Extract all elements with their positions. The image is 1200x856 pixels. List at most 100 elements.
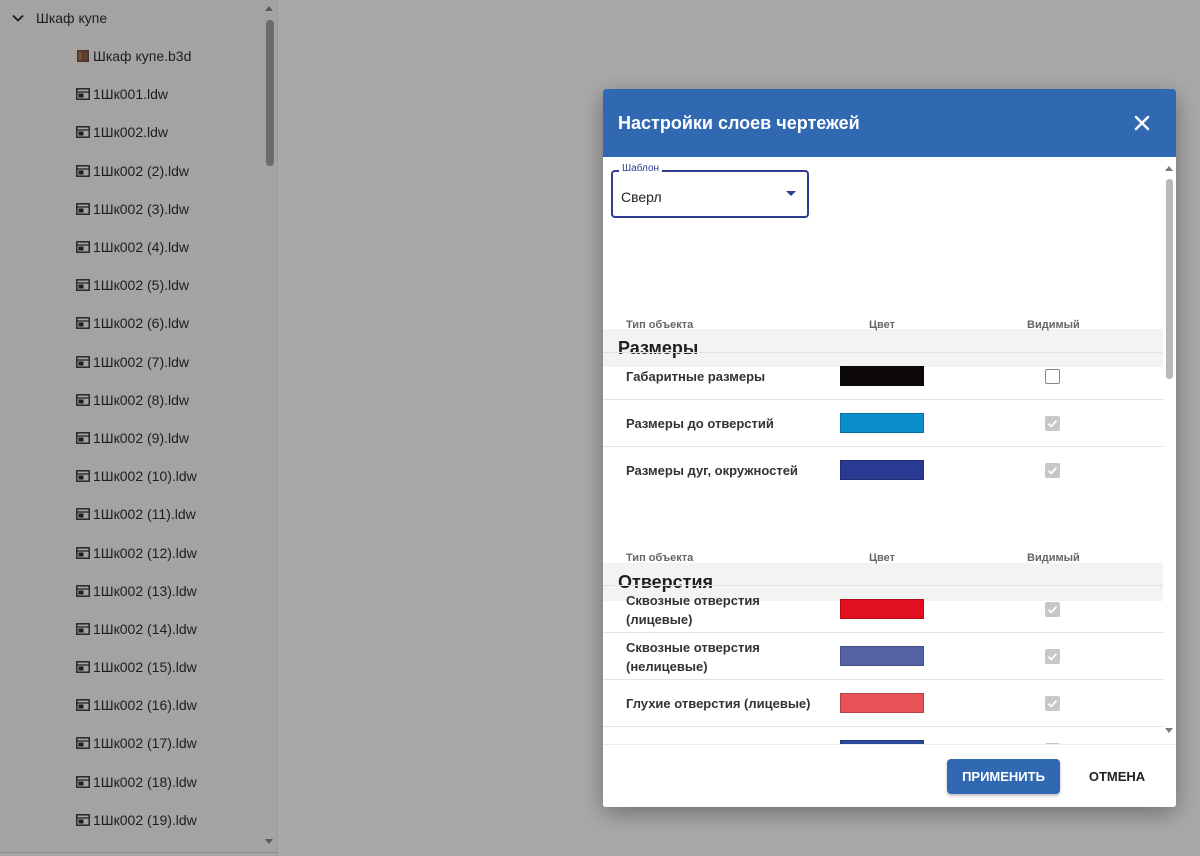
file-tree-panel: Шкаф купе Шкаф купе.b3d 1Шк001.ldw 1Шк002.…	[0, 0, 278, 856]
drawing-file-icon	[76, 279, 90, 292]
drawing-file-icon	[76, 355, 90, 368]
dialog-body: Шаблон Сверл Размеры Тип объекта Цвет Видим…	[603, 157, 1163, 744]
scroll-down-arrow-icon[interactable]	[1165, 728, 1173, 733]
color-swatch[interactable]	[840, 693, 924, 713]
tree-list: Шкаф купе.b3d 1Шк001.ldw 1Шк002.ldw 1Шк002 …	[0, 37, 262, 839]
drawing-file-icon	[76, 546, 90, 559]
tree-item-label: 1Шк002 (3).ldw	[93, 200, 189, 217]
tree-item-label: 1Шк002 (16).ldw	[93, 697, 197, 714]
dialog-header: Настройки слоев чертежей	[603, 89, 1176, 157]
sidebar-scrollbar[interactable]	[262, 0, 277, 856]
tree-item[interactable]: 1Шк002 (19).ldw	[0, 801, 262, 839]
tree-item-label: 1Шк002 (4).ldw	[93, 239, 189, 256]
layer-type-label: Сквозные отверстия (лицевые)	[626, 592, 760, 627]
scroll-down-arrow-icon[interactable]	[265, 839, 273, 844]
layer-type-label: Сквозные отверстия (нелицевые)	[626, 639, 760, 674]
color-swatch[interactable]	[840, 646, 924, 666]
tree-item[interactable]: 1Шк002 (14).ldw	[0, 610, 262, 648]
color-swatch[interactable]	[840, 599, 924, 619]
scroll-up-arrow-icon[interactable]	[265, 6, 273, 11]
sidebar-scroll-thumb[interactable]	[266, 20, 274, 166]
drawing-file-icon	[76, 470, 90, 483]
tree-item[interactable]: 1Шк002 (5).ldw	[0, 266, 262, 304]
tree-item[interactable]: 1Шк002 (11).ldw	[0, 495, 262, 533]
dialog-scrollbar[interactable]	[1163, 157, 1176, 744]
tree-item[interactable]: 1Шк002.ldw	[0, 113, 262, 151]
tree-item[interactable]: 1Шк002 (4).ldw	[0, 228, 262, 266]
column-header-visible: Видимый	[1027, 319, 1080, 331]
color-swatch[interactable]	[840, 366, 924, 386]
layer-type-label: Глухие отверстия (нелицевые)	[626, 727, 826, 744]
drawing-file-icon	[76, 126, 90, 139]
tree-item-label: 1Шк002 (2).ldw	[93, 162, 189, 179]
template-select-label: Шаблон	[619, 163, 663, 174]
drawing-file-icon	[76, 699, 90, 712]
visibility-checkbox[interactable]	[1045, 416, 1060, 431]
color-swatch[interactable]	[840, 460, 924, 480]
drawing-file-icon	[76, 164, 90, 177]
layer-row: Размеры до отверстий	[603, 399, 1163, 446]
dialog-footer: ПРИМЕНИТЬ ОТМЕНА	[603, 744, 1176, 807]
visibility-checkbox[interactable]	[1045, 696, 1060, 711]
tree-item[interactable]: 1Шк002 (15).ldw	[0, 648, 262, 686]
layer-row: Размеры дуг, окружностей	[603, 446, 1163, 493]
column-header-type: Тип объекта	[626, 319, 694, 331]
column-header-color: Цвет	[869, 552, 896, 564]
drawing-file-icon	[76, 584, 90, 597]
tree-root-node[interactable]: Шкаф купе	[10, 6, 107, 30]
scroll-up-arrow-icon[interactable]	[1165, 166, 1173, 171]
tree-item[interactable]: 1Шк001.ldw	[0, 75, 262, 113]
tree-item[interactable]: 1Шк002 (12).ldw	[0, 533, 262, 571]
tree-item[interactable]: 1Шк002 (10).ldw	[0, 457, 262, 495]
layer-row: Габаритные размеры	[603, 352, 1163, 399]
tree-item[interactable]: 1Шк002 (3).ldw	[0, 190, 262, 228]
column-header-type: Тип объекта	[626, 552, 694, 564]
apply-button[interactable]: ПРИМЕНИТЬ	[947, 759, 1060, 794]
tree-item[interactable]: Шкаф купе.b3d	[0, 37, 262, 75]
drawing-file-icon	[76, 241, 90, 253]
checkmark-icon	[1047, 605, 1058, 614]
tree-item-label: 1Шк002 (18).ldw	[93, 773, 197, 790]
color-swatch[interactable]	[840, 413, 924, 433]
tree-item-label: 1Шк002 (15).ldw	[93, 659, 197, 676]
drawing-file-icon	[76, 737, 90, 750]
chevron-down-icon[interactable]	[10, 10, 26, 26]
drawing-file-icon	[76, 661, 90, 673]
cancel-button[interactable]: ОТМЕНА	[1075, 759, 1159, 794]
tree-item-label: 1Шк002 (11).ldw	[93, 506, 196, 523]
visibility-checkbox[interactable]	[1045, 369, 1060, 384]
tree-item-label: 1Шк002 (12).ldw	[93, 544, 197, 561]
tree-item[interactable]: 1Шк002 (18).ldw	[0, 763, 262, 801]
visibility-checkbox[interactable]	[1045, 649, 1060, 664]
drawing-file-icon	[76, 432, 90, 444]
dropdown-caret-icon[interactable]	[786, 191, 796, 196]
drawing-file-icon	[76, 202, 90, 215]
column-header-visible: Видимый	[1027, 552, 1080, 564]
drawing-file-icon	[76, 623, 90, 635]
template-select-value: Сверл	[621, 189, 662, 205]
drawing-file-icon	[76, 317, 90, 330]
layer-type-label: Габаритные размеры	[626, 369, 766, 384]
column-header-color: Цвет	[869, 319, 896, 331]
tree-item[interactable]: 1Шк002 (9).ldw	[0, 419, 262, 457]
tree-item-label: 1Шк002 (7).ldw	[93, 353, 189, 370]
dialog-scroll-thumb[interactable]	[1166, 179, 1173, 379]
close-icon[interactable]	[1130, 111, 1154, 135]
layer-settings-dialog: Настройки слоев чертежей Шаблон Сверл Ра…	[603, 89, 1176, 807]
layer-row: Сквозные отверстия (нелицевые)	[603, 632, 1163, 679]
layer-row: Сквозные отверстия (лицевые)	[603, 585, 1163, 632]
checkmark-icon	[1047, 652, 1058, 661]
drawing-file-icon	[76, 508, 90, 521]
tree-item[interactable]: 1Шк002 (17).ldw	[0, 724, 262, 762]
tree-item[interactable]: 1Шк002 (13).ldw	[0, 572, 262, 610]
layer-row: Глухие отверстия (лицевые)	[603, 679, 1163, 726]
visibility-checkbox[interactable]	[1045, 602, 1060, 617]
visibility-checkbox[interactable]	[1045, 463, 1060, 478]
tree-item[interactable]: 1Шк002 (6).ldw	[0, 304, 262, 342]
tree-item[interactable]: 1Шк002 (8).ldw	[0, 381, 262, 419]
tree-item[interactable]: 1Шк002 (16).ldw	[0, 686, 262, 724]
tree-item[interactable]: 1Шк002 (7).ldw	[0, 343, 262, 381]
template-select[interactable]: Шаблон Сверл	[611, 163, 809, 218]
tree-item[interactable]: 1Шк002 (2).ldw	[0, 152, 262, 190]
sidebar-bottom-divider	[0, 852, 278, 853]
